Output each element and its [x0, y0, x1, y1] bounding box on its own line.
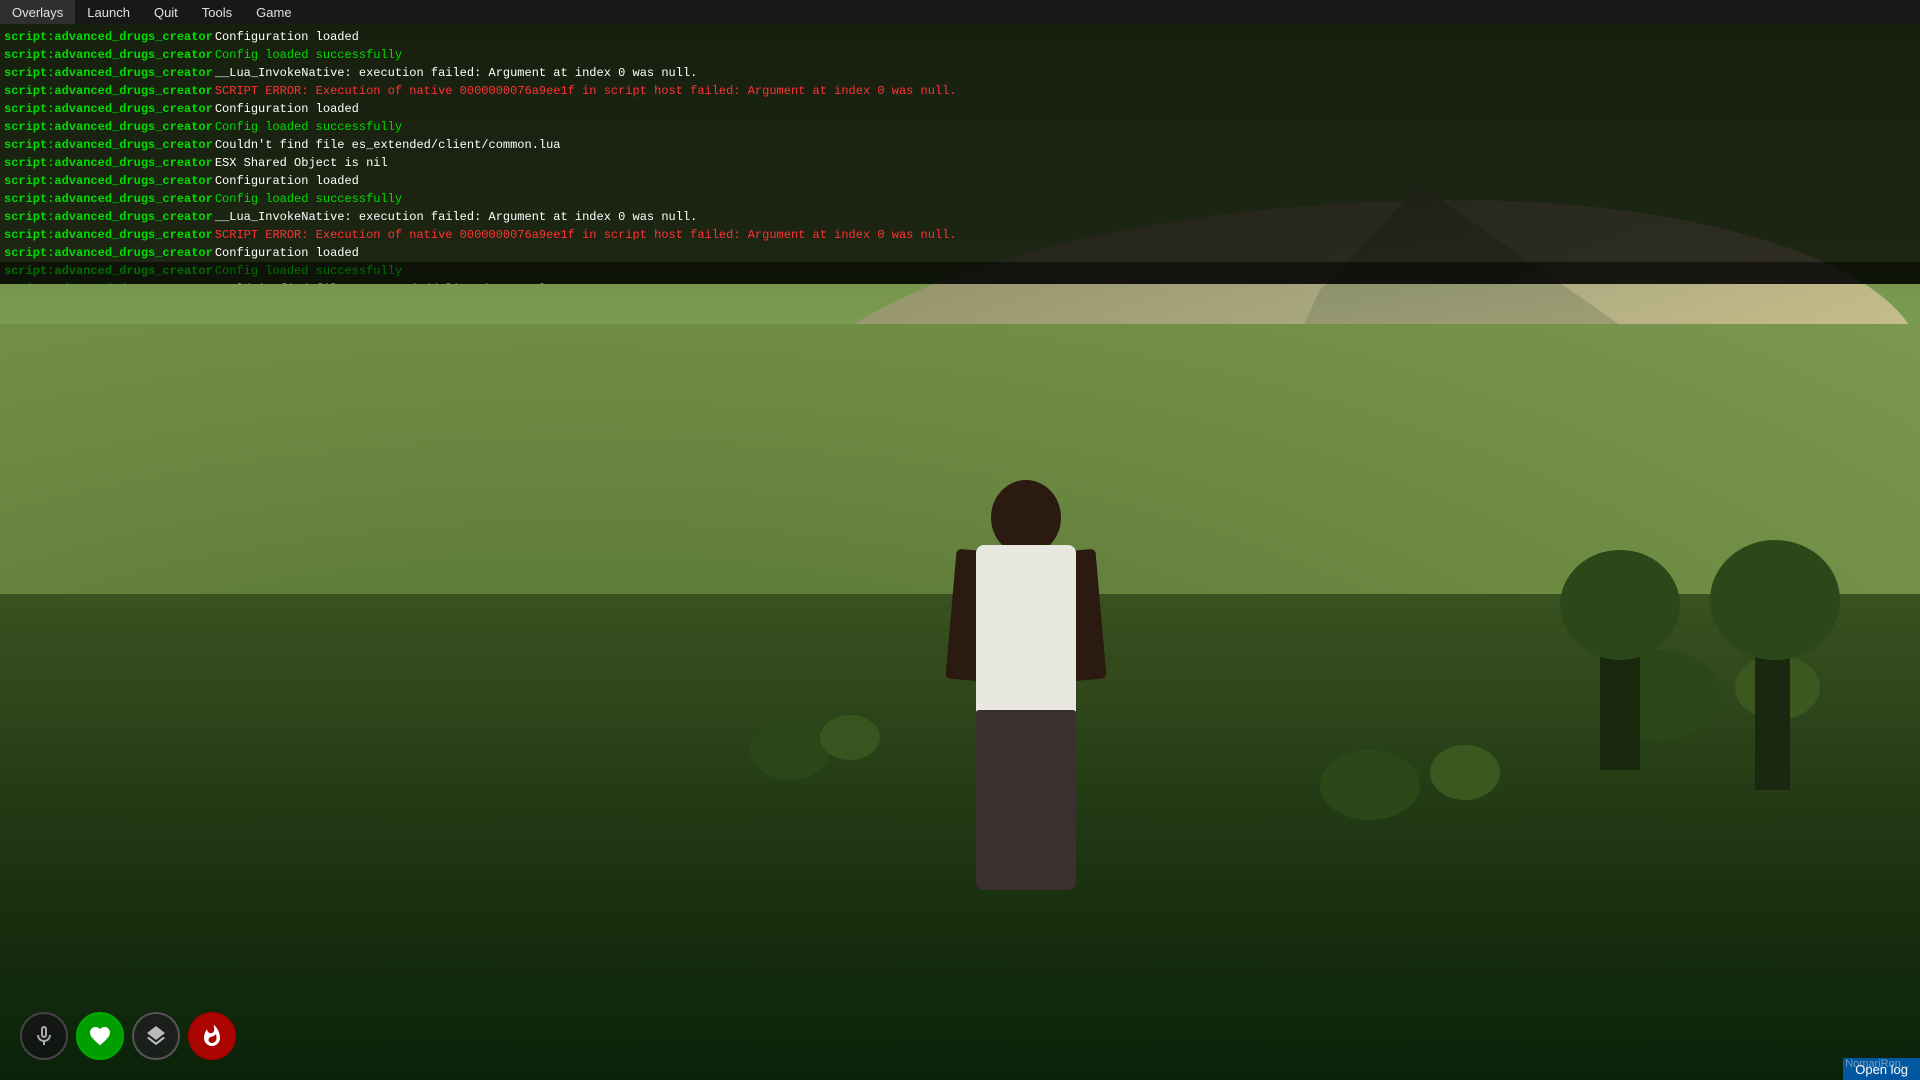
log-message: Couldn't find file es_extended/client/co… [215, 136, 561, 154]
menu-launch[interactable]: Launch [75, 0, 142, 24]
bush-3 [1320, 750, 1420, 820]
log-prefix: script:advanced_drugs_creator [4, 226, 213, 244]
log-line: script:advanced_drugs_creator Configurat… [0, 28, 1920, 46]
console-input-line[interactable] [0, 262, 1920, 284]
log-message: ESX Shared Object is nil [215, 154, 388, 172]
log-message: SCRIPT ERROR: Execution of native 000000… [215, 82, 957, 100]
log-message: __Lua_InvokeNative: execution failed: Ar… [215, 208, 697, 226]
menu-bar: Overlays Launch Quit Tools Game [0, 0, 1920, 24]
log-prefix: script:advanced_drugs_creator [4, 28, 213, 46]
fire-icon-button[interactable] [188, 1012, 236, 1060]
log-message: Config loaded successfully [215, 46, 402, 64]
char-body [976, 545, 1076, 715]
menu-overlays[interactable]: Overlays [0, 0, 75, 24]
log-prefix: script:advanced_drugs_creator [4, 100, 213, 118]
menu-game[interactable]: Game [244, 0, 303, 24]
watermark: NomariRon... [1845, 1058, 1910, 1070]
log-prefix: script:advanced_drugs_creator [4, 46, 213, 64]
bush-4 [1430, 745, 1500, 800]
bush-1 [750, 720, 830, 780]
hud-icons [20, 1012, 236, 1060]
tree-trunk-1 [1600, 630, 1640, 770]
log-prefix: script:advanced_drugs_creator [4, 136, 213, 154]
layers-icon [144, 1024, 168, 1048]
log-line: script:advanced_drugs_creator Config loa… [0, 118, 1920, 136]
log-prefix: script:advanced_drugs_creator [4, 118, 213, 136]
fire-icon [200, 1024, 224, 1048]
log-line: script:advanced_drugs_creator Configurat… [0, 244, 1920, 262]
log-lines: script:advanced_drugs_creator Configurat… [0, 28, 1920, 284]
menu-quit[interactable]: Quit [142, 0, 190, 24]
log-line: script:advanced_drugs_creator Configurat… [0, 100, 1920, 118]
log-prefix: script:advanced_drugs_creator [4, 154, 213, 172]
console-input[interactable] [0, 266, 1920, 281]
log-line: script:advanced_drugs_creator Couldn't f… [0, 136, 1920, 154]
log-line: script:advanced_drugs_creator Configurat… [0, 172, 1920, 190]
bush-2 [820, 715, 880, 760]
log-message: Configuration loaded [215, 172, 359, 190]
console-area: script:advanced_drugs_creator Configurat… [0, 24, 1920, 284]
log-message: Configuration loaded [215, 244, 359, 262]
log-prefix: script:advanced_drugs_creator [4, 172, 213, 190]
heart-icon-button[interactable] [76, 1012, 124, 1060]
log-message: Configuration loaded [215, 100, 359, 118]
log-message: Config loaded successfully [215, 190, 402, 208]
log-prefix: script:advanced_drugs_creator [4, 244, 213, 262]
microphone-icon [32, 1024, 56, 1048]
log-line: script:advanced_drugs_creator SCRIPT ERR… [0, 82, 1920, 100]
log-message: Configuration loaded [215, 28, 359, 46]
char-head [991, 480, 1061, 555]
log-prefix: script:advanced_drugs_creator [4, 208, 213, 226]
log-line: script:advanced_drugs_creator SCRIPT ERR… [0, 226, 1920, 244]
log-message: __Lua_InvokeNative: execution failed: Ar… [215, 64, 697, 82]
log-line: script:advanced_drugs_creator __Lua_Invo… [0, 208, 1920, 226]
log-line: script:advanced_drugs_creator __Lua_Invo… [0, 64, 1920, 82]
log-line: script:advanced_drugs_creator Config loa… [0, 46, 1920, 64]
layers-icon-button[interactable] [132, 1012, 180, 1060]
log-prefix: script:advanced_drugs_creator [4, 64, 213, 82]
log-line: script:advanced_drugs_creator Config loa… [0, 190, 1920, 208]
menu-tools[interactable]: Tools [190, 0, 244, 24]
log-line: script:advanced_drugs_creator ESX Shared… [0, 154, 1920, 172]
log-prefix: script:advanced_drugs_creator [4, 82, 213, 100]
microphone-icon-button[interactable] [20, 1012, 68, 1060]
char-legs [976, 710, 1076, 890]
log-message: SCRIPT ERROR: Execution of native 000000… [215, 226, 957, 244]
tree-trunk-2 [1755, 630, 1790, 790]
log-message: Config loaded successfully [215, 118, 402, 136]
heart-icon [88, 1024, 112, 1048]
log-prefix: script:advanced_drugs_creator [4, 190, 213, 208]
character [916, 480, 1136, 900]
